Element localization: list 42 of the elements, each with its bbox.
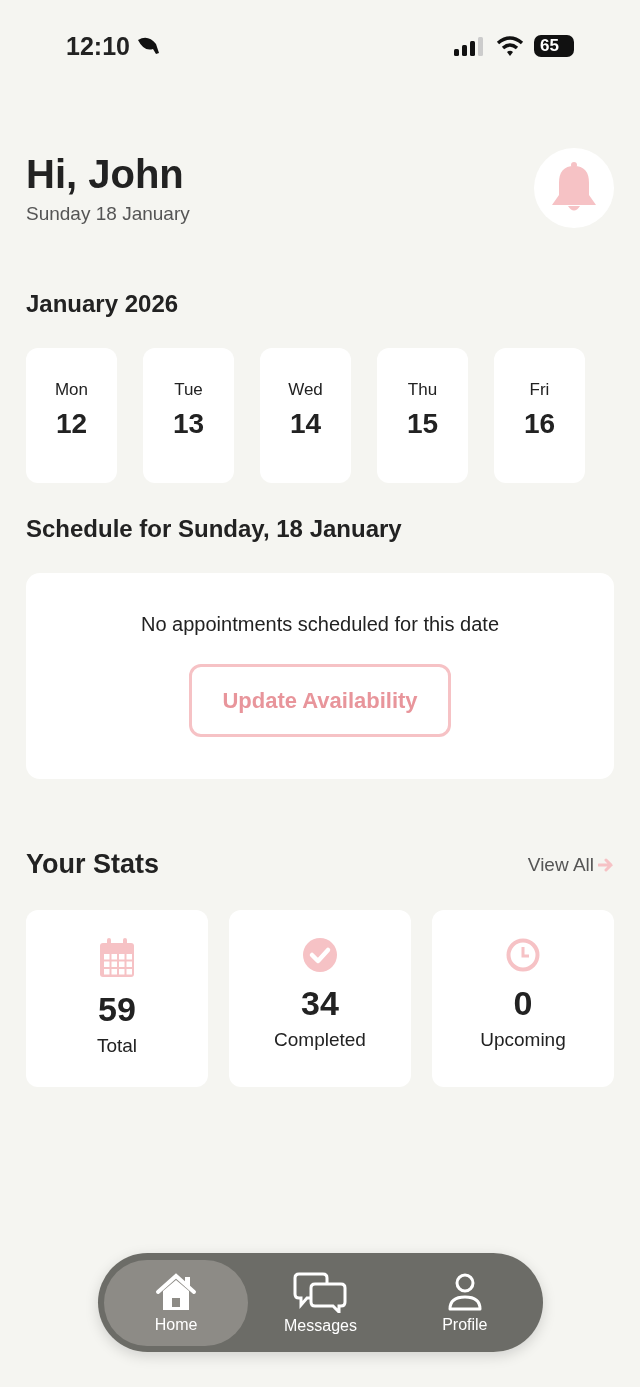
stats-heading: Your Stats [26,849,160,880]
signal-icon [454,36,486,56]
empty-message: No appointments scheduled for this date [141,613,499,636]
stat-label: Upcoming [480,1029,566,1051]
day-card[interactable]: Mon 12 [26,348,117,483]
month-heading: January 2026 [26,290,180,318]
weekday: Mon [54,380,89,400]
greeting: Hi, John [26,151,185,197]
weekday: Tue [174,380,203,400]
tab[interactable]: Messages [248,1259,393,1346]
weekday: Fri [529,380,550,400]
chat-bubbles-icon [293,1270,348,1313]
schedule-heading: Schedule for Sunday, 18 January [26,515,403,543]
wifi-icon [496,36,524,56]
current-date: Sunday 18 January [26,202,190,225]
day-card[interactable]: Fri 16 [494,348,585,483]
person-icon [446,1271,483,1312]
day-number: 16 [523,408,556,440]
checkmark-icon [303,938,337,972]
leaf-icon [135,36,160,56]
stat-label: Completed [274,1029,366,1051]
day-card[interactable]: Tue 13 [143,348,234,483]
day-number: 15 [406,408,439,440]
stat-value: 59 [98,990,136,1029]
weekday: Thu [407,380,438,400]
day-number: 14 [289,408,322,440]
day-card[interactable]: Wed 14 [260,348,351,483]
arrow-right-icon [598,856,614,873]
view-all-link[interactable]: View All [527,853,614,876]
stat-label: Total [96,1035,138,1057]
calendar-icon [99,938,135,978]
home-icon [154,1271,199,1312]
stat-value: 34 [301,984,339,1023]
battery-level: 65 [534,35,574,57]
day-card[interactable]: Thu 15 [377,348,468,483]
weekday: Wed [288,380,323,400]
status-time: 12:10 [66,31,130,61]
tab[interactable]: Profile [392,1259,537,1346]
day-number: 12 [55,408,88,440]
stat-value: 0 [513,984,533,1023]
clock-icon [506,938,540,972]
day-number: 13 [172,408,205,440]
